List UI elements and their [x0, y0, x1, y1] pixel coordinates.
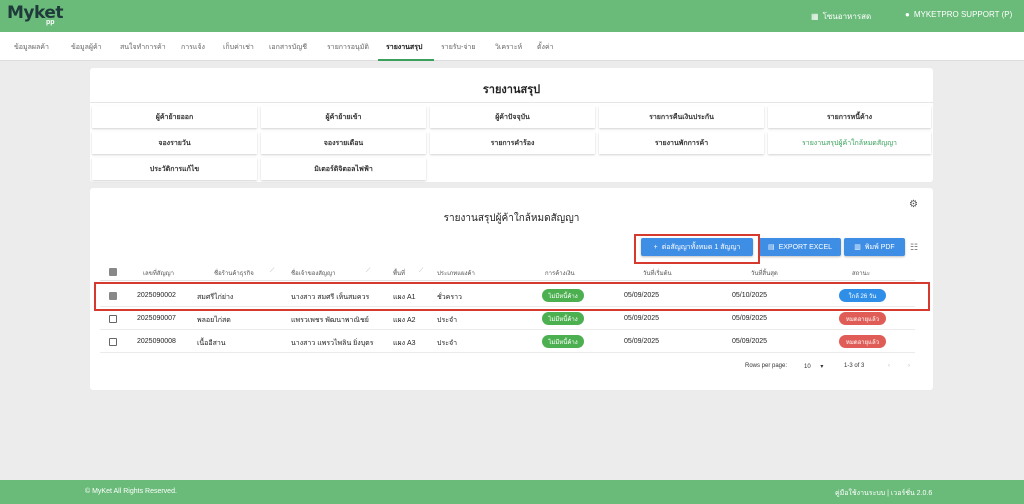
pagination-range: 1-3 of 3 [844, 363, 865, 369]
rows-per-page-value: 10 [804, 364, 811, 370]
table-header: เลขที่สัญญา ชื่อร้านค้าธุรกิจ ⟋ ชื่อเจ้า… [100, 263, 915, 281]
shop-name: พลอยไก่สด [197, 317, 231, 324]
report-button-deposit-refunds[interactable]: รายการคืนเงินประกัน [599, 106, 764, 128]
nav-item-notify[interactable]: การแจ้ง [181, 42, 205, 53]
resize-handle-icon[interactable]: ⟋ [270, 268, 274, 275]
manual-version-link[interactable]: คู่มือใช้งานระบบ | เวอร์ชั่น 2.0.6 [835, 488, 932, 499]
table-row[interactable]: 2025090007 พลอยไก่สด แพรวเพชร พัฒนาพาณิช… [100, 308, 915, 330]
nav-item-analysis[interactable]: วิเคราะห์ [495, 42, 522, 53]
chevron-left-icon[interactable]: ‹ [888, 363, 890, 369]
status-badge: หมดอายุแล้ว [839, 312, 886, 325]
nav-item-rent[interactable]: เก็บค่าเช่า [223, 42, 254, 53]
resize-handle-icon[interactable]: ⟋ [419, 268, 423, 275]
end-date: 05/09/2025 [732, 338, 768, 345]
status-badge: หมดอายุแล้ว [839, 335, 886, 348]
table-row[interactable]: 2025090008 เนื้ออีสาน นางสาว แพรวไพลิน ย… [100, 331, 915, 353]
owner-name: นางสาว แพรวไพลิน ยิ่งบุตร [291, 340, 374, 347]
export-excel-label: EXPORT EXCEL [778, 243, 833, 251]
row-checkbox[interactable] [109, 338, 117, 346]
report-menu-card: รายงานสรุป ผู้ค้าย้ายออก ผู้ค้าย้ายเข้า … [90, 68, 933, 182]
section-title: รายงานสรุปผู้ค้าใกล้หมดสัญญา [443, 213, 580, 224]
row-checkbox[interactable] [109, 315, 117, 323]
chevron-right-icon[interactable]: › [908, 363, 910, 369]
nav-item-accounting[interactable]: เอกสารบัญชี [269, 42, 307, 53]
file-icon: ▤ [767, 244, 775, 251]
nav-item-approvals[interactable]: รายการอนุมัติ [327, 42, 369, 53]
nav-item-income-expense[interactable]: รายรับ-จ่าย [441, 42, 475, 53]
page-title: รายงานสรุป [482, 84, 541, 96]
rows-per-page-label: Rows per page: [745, 363, 788, 369]
column-header-area[interactable]: พื้นที่ [393, 268, 405, 278]
nav-item-prospects[interactable]: สนใจทำการค้า [120, 42, 166, 53]
divider [90, 102, 933, 103]
resize-handle-icon[interactable]: ⟋ [366, 268, 370, 275]
column-header-contract-no[interactable]: เลขที่สัญญา [143, 268, 174, 278]
report-button-expiring-contracts[interactable]: รายงานสรุปผู้ค้าใกล้หมดสัญญา [768, 132, 931, 154]
report-button-moved-out[interactable]: ผู้ค้าย้ายออก [92, 106, 257, 128]
nav-item-vendor-info[interactable]: ข้อมูลผู้ค้า [71, 42, 102, 53]
chevron-down-icon: ▾ [820, 364, 824, 370]
column-header-status[interactable]: สถานะ [852, 268, 870, 278]
area: แผง A3 [393, 340, 416, 347]
start-date: 05/09/2025 [624, 338, 660, 345]
report-button-current-vendors[interactable]: ผู้ค้าปัจจุบัน [430, 106, 595, 128]
stall-type: ประจำ [437, 340, 457, 347]
columns-icon[interactable]: ☷ [910, 242, 918, 253]
highlight-box-row [94, 282, 930, 311]
user-menu[interactable]: ● MYKETPRO SUPPORT (P) [905, 10, 1012, 19]
report-button-edit-history[interactable]: ประวัติการแก้ไข [92, 158, 257, 180]
report-button-monthly-booking[interactable]: จองรายเดือน [261, 132, 426, 154]
owner-name: แพรวเพชร พัฒนาพาณิชย์ [291, 317, 369, 324]
shop-name: เนื้ออีสาน [197, 340, 226, 347]
store-selector[interactable]: ▦ โซนอาหารสด [811, 10, 871, 23]
rows-per-page-select[interactable]: 10 ▾ [804, 363, 823, 370]
highlight-box-renew [634, 234, 760, 264]
nav-item-market-info[interactable]: ข้อมูลผลค้า [14, 42, 49, 53]
report-button-requests[interactable]: รายการคำร้อง [430, 132, 595, 154]
column-header-start[interactable]: วันที่เริ่มต้น [643, 268, 672, 278]
report-button-suspended[interactable]: รายงานพักการค้า [599, 132, 764, 154]
column-header-shop[interactable]: ชื่อร้านค้าธุรกิจ [214, 268, 254, 278]
user-name: MYKETPRO SUPPORT (P) [913, 10, 1013, 19]
store-name: โซนอาหารสด [822, 12, 872, 21]
select-all-checkbox[interactable] [109, 268, 117, 276]
main-nav: ข้อมูลผลค้า ข้อมูลผู้ค้า สนใจทำการค้า กา… [0, 32, 1024, 61]
nav-item-reports[interactable]: รายงานสรุป [386, 42, 422, 53]
printer-icon: ▥ [854, 244, 861, 251]
column-header-owner[interactable]: ชื่อเจ้าของสัญญา [291, 268, 336, 278]
area: แผง A2 [393, 317, 416, 324]
contract-no: 2025090008 [137, 338, 176, 345]
column-header-end[interactable]: วันที่สิ้นสุด [751, 268, 778, 278]
print-pdf-button[interactable]: ▥ พิมพ์ PDF [844, 238, 905, 256]
app-logo[interactable]: Myket [7, 3, 64, 23]
stall-type: ประจำ [437, 317, 457, 324]
debt-badge: ไม่มีหนี้ค้าง [542, 312, 584, 325]
report-button-daily-booking[interactable]: จองรายวัน [92, 132, 257, 154]
copyright: © MyKet All Rights Reserved. [85, 488, 177, 495]
store-icon: ▦ [811, 12, 819, 21]
footer: © MyKet All Rights Reserved. คู่มือใช้งา… [0, 480, 1024, 504]
export-excel-button[interactable]: ▤ EXPORT EXCEL [759, 238, 841, 256]
report-button-moved-in[interactable]: ผู้ค้าย้ายเข้า [261, 106, 426, 128]
expiring-contracts-card: ⚙ รายงานสรุปผู้ค้าใกล้หมดสัญญา + ต่อสัญญ… [90, 188, 933, 390]
contract-no: 2025090007 [137, 315, 176, 322]
column-header-type[interactable]: ประเภทแผงค้า [437, 268, 475, 278]
top-bar: Myket pp ▦ โซนอาหารสด ● MYKETPRO SUPPORT… [0, 0, 1024, 32]
app-logo-sub: pp [46, 19, 55, 26]
debt-badge: ไม่มีหนี้ค้าง [542, 335, 584, 348]
report-button-outstanding-debt[interactable]: รายการหนี้ค้าง [768, 106, 931, 128]
report-button-electric-meter[interactable]: มิเตอร์ดิจิตอลไฟฟ้า [261, 158, 426, 180]
start-date: 05/09/2025 [624, 315, 660, 322]
column-header-debt[interactable]: การค้างเงิน [545, 268, 575, 278]
nav-active-indicator [378, 59, 434, 61]
gear-icon[interactable]: ⚙ [909, 199, 918, 210]
end-date: 05/09/2025 [732, 315, 768, 322]
nav-item-settings[interactable]: ตั้งค่า [537, 42, 554, 53]
user-icon: ● [905, 10, 910, 19]
print-pdf-label: พิมพ์ PDF [864, 243, 895, 251]
